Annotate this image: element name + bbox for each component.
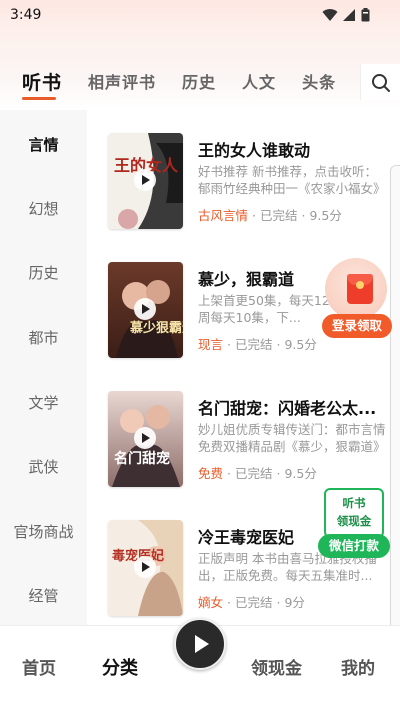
wechat-line1: 听书	[342, 496, 366, 510]
sidebar-item-fantasy[interactable]: 幻想	[0, 198, 87, 219]
sidebar-item-management[interactable]: 经管	[0, 585, 87, 606]
sidebar-item-romance[interactable]: 言情	[0, 134, 87, 155]
book-cover[interactable]: 慕少狠霸道	[108, 262, 183, 358]
tab-label: 头条	[302, 73, 337, 92]
sidebar-item-business[interactable]: 官场商战	[0, 521, 87, 542]
nav-category[interactable]: 分类	[102, 654, 138, 680]
book-description: 妙儿姐优质专辑传送门：都市言情免费双播精品剧《慕少，狠霸道》	[198, 422, 386, 454]
tab-label: 听书	[22, 72, 63, 94]
meta-separator: ·	[276, 595, 281, 610]
book-title: 王的女人谁敢动	[198, 141, 311, 160]
book-tag: 免费	[198, 466, 224, 481]
play-icon[interactable]	[134, 427, 156, 449]
login-claim-button[interactable]: 登录领取	[322, 314, 392, 338]
side-drawer-handle[interactable]	[390, 165, 400, 695]
wifi-icon	[322, 8, 338, 21]
book-description: 好书推荐 新书推荐，点击收听：郁雨竹经典种田一《农家小福女》	[198, 164, 386, 196]
book-cover[interactable]: 毒宠医妃	[108, 520, 183, 616]
cover-title: 名门甜宠	[114, 450, 170, 467]
book-score: 9.5分	[284, 466, 317, 481]
top-tab-bar: 听书 相声评书 历史 人文 头条	[22, 72, 362, 100]
battery-icon	[361, 8, 370, 22]
book-meta: 现言 · 已完结 · 9.5分	[198, 334, 317, 353]
active-tab-indicator	[22, 97, 57, 100]
cover-title: 慕少狠霸道	[129, 320, 183, 336]
meta-separator: ·	[276, 466, 281, 481]
book-item[interactable]: 王的女人 王的女人谁敢动 好书推荐 新书推荐，点击收听：郁雨竹经典种田一《农家小…	[87, 133, 400, 243]
meta-separator: ·	[227, 466, 231, 481]
book-cover[interactable]: 王的女人	[108, 133, 183, 229]
book-tag: 嫡女	[198, 595, 224, 610]
nav-profile[interactable]: 我的	[341, 654, 375, 679]
book-status: 已完结	[234, 337, 273, 352]
login-reward-widget[interactable]: 登录领取	[322, 258, 392, 340]
tab-label: 人文	[242, 73, 277, 92]
play-icon[interactable]	[134, 556, 156, 578]
sidebar-item-urban[interactable]: 都市	[0, 327, 87, 348]
book-title: 名门甜宠：闪婚老公太...	[198, 399, 377, 418]
wechat-pay-button[interactable]: 微信打款	[318, 534, 390, 558]
book-tag: 现言	[198, 337, 224, 352]
tab-audiobook[interactable]: 听书	[22, 72, 63, 100]
play-icon	[195, 635, 209, 653]
meta-separator: ·	[252, 208, 256, 223]
meta-separator: ·	[301, 208, 306, 223]
book-tag: 古风言情	[198, 208, 249, 223]
red-packet-icon	[325, 258, 387, 320]
meta-separator: ·	[227, 337, 231, 352]
sidebar-item-history[interactable]: 历史	[0, 262, 87, 283]
category-sidebar: 言情 幻想 历史 都市 文学 武侠 官场商战 经管	[0, 110, 87, 625]
book-meta: 古风言情 · 已完结 · 9.5分	[198, 205, 342, 224]
search-button[interactable]	[360, 64, 400, 100]
book-meta: 免费 · 已完结 · 9.5分	[198, 463, 317, 482]
sidebar-item-wuxia[interactable]: 武侠	[0, 456, 87, 477]
book-score: 9.5分	[309, 208, 342, 223]
book-status: 已完结	[234, 466, 273, 481]
sidebar-item-literature[interactable]: 文学	[0, 392, 87, 413]
status-bar: 3:49	[0, 0, 400, 32]
nav-home[interactable]: 首页	[22, 654, 56, 679]
play-icon[interactable]	[134, 298, 156, 320]
wechat-line2: 领现金	[336, 514, 372, 528]
wechat-cash-widget[interactable]: 听书 领现金 微信打款	[318, 488, 390, 560]
book-meta: 嫡女 · 已完结 · 9分	[198, 592, 305, 611]
listen-earn-box: 听书 领现金	[324, 488, 384, 538]
nav-earn-cash[interactable]: 领现金	[251, 654, 302, 679]
signal-icon	[343, 8, 355, 21]
tab-label: 历史	[182, 73, 217, 92]
tab-label: 相声评书	[88, 73, 157, 92]
tab-humanities[interactable]: 人文	[242, 72, 276, 94]
top-header: 听书 相声评书 历史 人文 头条	[0, 32, 400, 110]
meta-separator: ·	[276, 337, 281, 352]
tab-history[interactable]: 历史	[182, 72, 216, 94]
book-item[interactable]: 名门甜宠 名门甜宠：闪婚老公太... 妙儿姐优质专辑传送门：都市言情免费双播精品…	[87, 391, 400, 501]
book-cover[interactable]: 名门甜宠	[108, 391, 183, 487]
book-score: 9分	[284, 595, 305, 610]
bottom-nav: 首页 分类 领现金 我的	[0, 618, 400, 713]
book-status: 已完结	[259, 208, 298, 223]
now-playing-disc[interactable]	[174, 618, 226, 670]
tab-crosstalk[interactable]: 相声评书	[88, 72, 156, 94]
tab-headlines[interactable]: 头条	[302, 72, 336, 94]
meta-separator: ·	[227, 595, 231, 610]
red-packet-shape	[347, 274, 373, 304]
search-icon	[372, 74, 390, 92]
status-icons	[322, 8, 370, 22]
play-icon[interactable]	[134, 169, 156, 191]
book-status: 已完结	[234, 595, 273, 610]
book-score: 9.5分	[284, 337, 317, 352]
status-time: 3:49	[10, 7, 42, 23]
